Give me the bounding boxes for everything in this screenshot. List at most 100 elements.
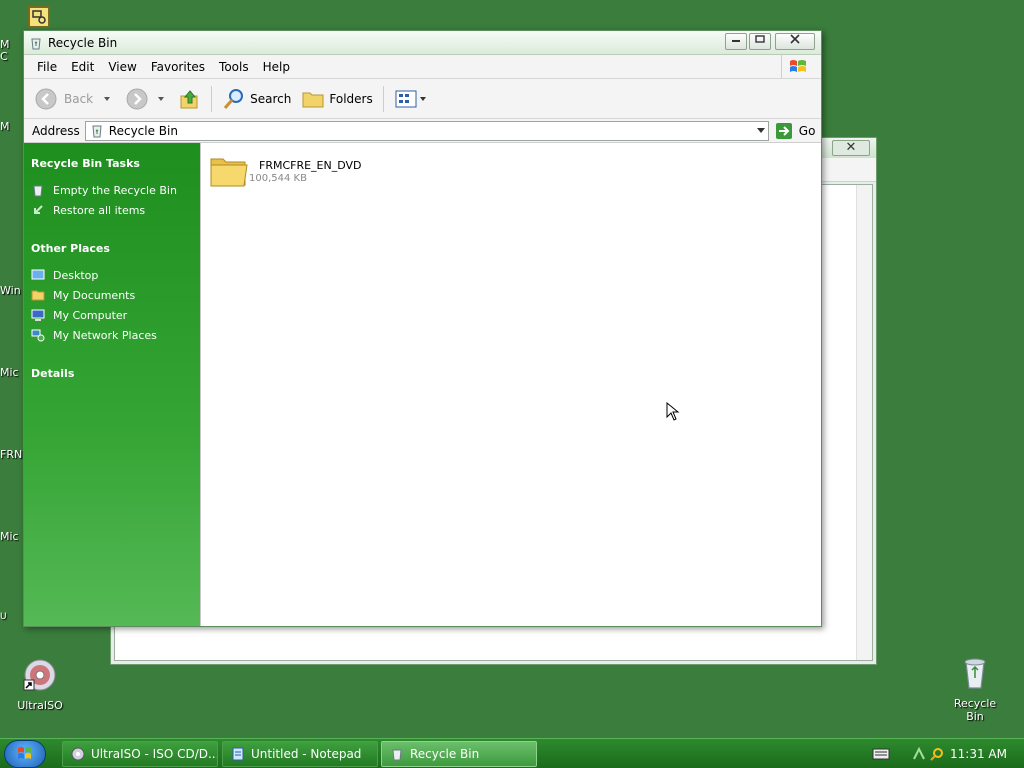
go-button[interactable]: Go (775, 122, 816, 140)
desktop-clipped-label: M (0, 120, 10, 133)
folders-label: Folders (329, 91, 373, 106)
toolbar: Back Search Folders (24, 79, 821, 119)
menu-edit[interactable]: Edit (64, 60, 101, 74)
taskbar: UltraISO - ISO CD/D... Untitled - Notepa… (0, 738, 1024, 768)
start-button[interactable] (4, 740, 46, 768)
place-my-network-places[interactable]: My Network Places (31, 325, 200, 345)
address-bar: Address Recycle Bin Go (24, 119, 821, 143)
search-icon (224, 88, 244, 109)
search-label: Search (250, 91, 292, 106)
recycle-bin-tasks-group: Recycle Bin Tasks Empty the Recycle Bin … (31, 157, 200, 220)
taskbar-item-label: UltraISO - ISO CD/D... (91, 747, 218, 761)
window-body: Recycle Bin Tasks Empty the Recycle Bin … (24, 143, 821, 626)
windows-start-icon (18, 747, 31, 759)
close-icon (790, 34, 800, 44)
details-heading[interactable]: Details (31, 367, 200, 380)
views-button[interactable] (394, 89, 428, 109)
menu-favorites[interactable]: Favorites (144, 60, 212, 74)
desktop-clipped-label: Win (0, 284, 21, 297)
taskbar-item-recycle-bin[interactable]: Recycle Bin (381, 741, 537, 767)
desktop-icon-ultraiso[interactable]: UltraISO (14, 658, 66, 712)
forward-button[interactable] (125, 87, 169, 111)
keyboard-icon[interactable] (872, 747, 890, 761)
forward-arrow-icon (126, 88, 148, 109)
address-input[interactable]: Recycle Bin (84, 120, 769, 141)
file-list[interactable]: FRMCFRE_EN_DVD 100,544 KB (200, 143, 821, 626)
mouse-cursor-icon (666, 402, 680, 421)
taskbar-item-label: Recycle Bin (410, 747, 480, 761)
windows-flag-icon (789, 59, 806, 72)
recycle-bin-icon (31, 38, 41, 50)
menu-file[interactable]: File (30, 60, 64, 74)
place-label: My Documents (53, 288, 136, 302)
tasks-heading[interactable]: Recycle Bin Tasks (31, 157, 200, 170)
menubar: File Edit View Favorites Tools Help (24, 55, 821, 79)
search-button[interactable]: Search (222, 87, 291, 111)
address-dropdown-icon[interactable] (756, 127, 765, 133)
notepad-icon (232, 747, 244, 761)
recycle-bin-icon (964, 658, 986, 689)
desktop-clipped-label: C (0, 50, 8, 63)
back-label: Back (64, 91, 94, 106)
toolbar-separator (211, 85, 213, 112)
taskbar-item-notepad[interactable]: Untitled - Notepad (222, 741, 378, 767)
chevron-down-icon (158, 96, 165, 101)
chevron-down-icon (104, 96, 111, 101)
clock[interactable]: 11:31 AM (950, 747, 1007, 761)
place-desktop[interactable]: Desktop (31, 265, 200, 285)
up-folder-button[interactable] (179, 88, 201, 110)
task-label: Restore all items (53, 203, 146, 217)
place-label: Desktop (53, 268, 99, 282)
places-heading[interactable]: Other Places (31, 242, 200, 255)
computer-icon (31, 309, 45, 321)
close-button[interactable] (775, 33, 815, 50)
minimize-icon (732, 40, 740, 42)
place-label: My Computer (53, 308, 128, 322)
folders-icon (302, 92, 324, 107)
window-title: Recycle Bin (48, 36, 118, 50)
explorer-window: Recycle Bin File Edit View Favorites Too… (23, 30, 822, 627)
go-label: Go (798, 123, 816, 138)
place-my-documents[interactable]: My Documents (31, 285, 200, 305)
restore-icon (755, 35, 765, 43)
magnifier-icon[interactable] (930, 747, 944, 761)
folders-button[interactable]: Folders (301, 88, 373, 110)
task-empty-recycle-bin[interactable]: Empty the Recycle Bin (31, 180, 200, 200)
place-label: My Network Places (53, 328, 157, 342)
desktop-icon-label: Recycle Bin (953, 697, 997, 723)
ultraiso-icon (71, 747, 85, 761)
menu-tools[interactable]: Tools (212, 60, 256, 74)
restore-arrow-icon (34, 205, 43, 214)
cd-icon (23, 659, 56, 691)
back-button[interactable]: Back (34, 87, 115, 111)
desktop-clipped-label: Mic (0, 530, 19, 543)
desktop-shortcut-icon[interactable] (28, 6, 50, 28)
address-label: Address (32, 123, 80, 138)
file-item[interactable]: FRMCFRE_EN_DVD 100,544 KB (209, 153, 362, 189)
desktop-icon-label: UltraISO (17, 699, 63, 712)
documents-folder-icon (31, 290, 45, 301)
vertical-scrollbar[interactable] (856, 185, 872, 660)
file-name: FRMCFRE_EN_DVD (259, 159, 362, 172)
minimize-button[interactable] (725, 33, 747, 50)
menu-view[interactable]: View (101, 60, 143, 74)
up-folder-icon (180, 89, 198, 108)
file-size: 100,544 KB (249, 173, 307, 184)
taskbar-item-ultraiso[interactable]: UltraISO - ISO CD/D... (62, 741, 218, 767)
desktop-clipped-label: Mic (0, 366, 19, 379)
maximize-button[interactable] (749, 33, 771, 50)
taskbar-item-label: Untitled - Notepad (251, 747, 362, 761)
background-close-button[interactable]: ✕ (832, 140, 870, 156)
desktop-icon-recycle-bin[interactable]: Recycle Bin (944, 656, 1006, 723)
menu-help[interactable]: Help (256, 60, 297, 74)
network-status-icon[interactable] (912, 747, 926, 761)
recycle-bin-icon (392, 749, 402, 761)
other-places-group: Other Places Desktop My Documents My Com… (31, 242, 200, 345)
task-restore-all[interactable]: Restore all items (31, 200, 200, 220)
task-pane: Recycle Bin Tasks Empty the Recycle Bin … (24, 143, 200, 626)
toolbar-separator (382, 85, 384, 112)
window-titlebar[interactable]: Recycle Bin (24, 31, 821, 55)
details-group: Details (31, 367, 200, 380)
place-my-computer[interactable]: My Computer (31, 305, 200, 325)
desktop-icon (31, 269, 45, 280)
